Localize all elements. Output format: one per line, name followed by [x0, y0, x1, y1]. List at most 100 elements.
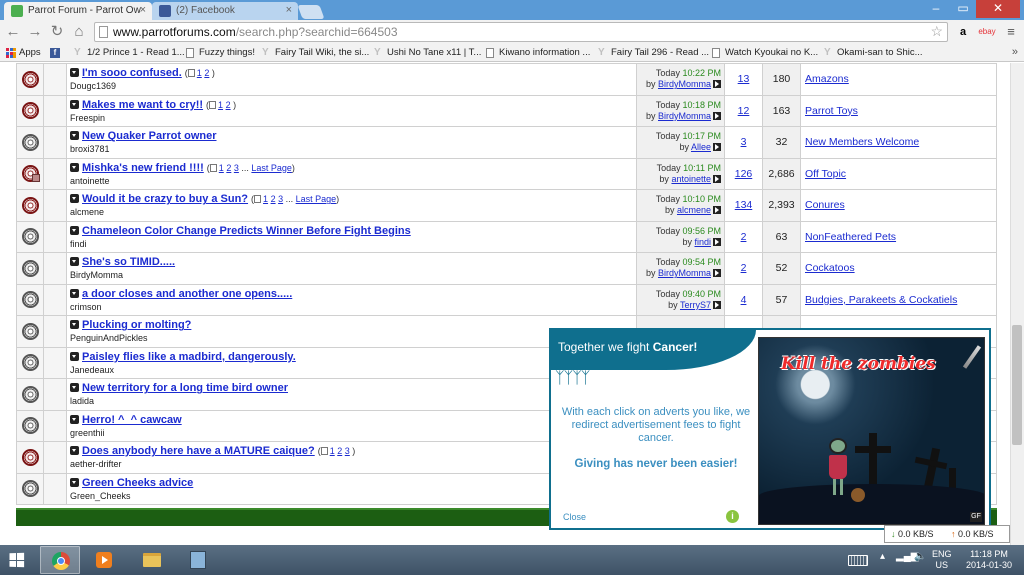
replies-link[interactable]: 3 [741, 136, 747, 148]
back-arrow-icon[interactable]: ← [4, 23, 22, 41]
ad-close-link[interactable]: Close [563, 512, 586, 522]
go-to-last-post-icon[interactable] [713, 269, 721, 278]
go-to-last-post-icon[interactable] [713, 300, 721, 309]
menu-icon[interactable]: ≡ [1004, 24, 1018, 40]
last-poster-link[interactable]: Allee [691, 142, 711, 152]
replies-link[interactable]: 126 [735, 168, 753, 180]
page-link[interactable]: 3 [234, 163, 239, 173]
page-scrollbar[interactable] [1010, 63, 1024, 545]
thread-title-link[interactable]: a door closes and another one opens..... [82, 288, 292, 300]
page-link[interactable]: 2 [204, 68, 209, 78]
last-poster-link[interactable]: TerryS7 [680, 300, 711, 310]
thread-author[interactable]: BirdyMomma [70, 270, 636, 280]
thread-author[interactable]: Freespin [70, 113, 636, 123]
replies-link[interactable]: 4 [741, 294, 747, 306]
thread-preview-arrow-icon[interactable] [70, 320, 79, 330]
thread-title-link[interactable]: Makes me want to cry!! [82, 99, 203, 111]
last-poster-link[interactable]: BirdyMomma [658, 79, 711, 89]
page-link[interactable]: 3 [345, 446, 350, 456]
home-icon[interactable]: ⌂ [70, 23, 88, 41]
scrollbar-thumb[interactable] [1012, 325, 1022, 445]
page-link[interactable]: 1 [330, 446, 335, 456]
close-window-button[interactable]: ✕ [976, 0, 1020, 18]
thread-preview-arrow-icon[interactable] [70, 225, 79, 235]
forward-arrow-icon[interactable]: → [26, 23, 44, 41]
forum-link[interactable]: NonFeathered Pets [805, 231, 896, 243]
forum-link[interactable]: New Members Welcome [805, 136, 919, 148]
page-link[interactable]: 1 [263, 194, 268, 204]
bookmark-fuzzy-things[interactable]: Fuzzy things! [186, 46, 255, 60]
page-link[interactable]: 2 [226, 100, 231, 110]
bookmark-ushi-no-tane[interactable]: Y Ushi No Tane x11 | T... [374, 46, 481, 60]
thread-title-link[interactable]: Plucking or molting? [82, 319, 191, 331]
bookmark-fairy-tail-wiki[interactable]: Y Fairy Tail Wiki, the si... [262, 46, 369, 60]
thread-title-link[interactable]: I'm sooo confused. [82, 67, 182, 79]
thread-author[interactable]: broxi3781 [70, 144, 636, 154]
show-hidden-icons-icon[interactable]: ▴ [880, 551, 885, 562]
thread-title-link[interactable]: Mishka's new friend !!!! [82, 162, 204, 174]
reload-icon[interactable]: ↻ [48, 23, 66, 41]
last-page-link[interactable]: Last Page [296, 194, 337, 204]
tab-facebook[interactable]: (2) Facebook × [152, 2, 298, 20]
system-clock[interactable]: 11:18 PM 2014-01-30 [964, 549, 1014, 571]
go-to-last-post-icon[interactable] [713, 111, 721, 120]
thread-author[interactable]: findi [70, 239, 636, 249]
taskbar-media-player[interactable] [84, 546, 124, 574]
go-to-last-post-icon[interactable] [713, 206, 721, 215]
windows-start-icon[interactable] [9, 552, 25, 568]
ad-info-icon[interactable]: i [726, 510, 739, 523]
thread-title-link[interactable]: New territory for a long time bird owner [82, 382, 288, 394]
thread-title-link[interactable]: Would it be crazy to buy a Sun? [82, 193, 248, 205]
touch-keyboard-icon[interactable] [848, 555, 868, 566]
thread-preview-arrow-icon[interactable] [70, 383, 79, 393]
thread-title-link[interactable]: Green Cheeks advice [82, 477, 193, 489]
bookmark-okami-san[interactable]: Y Okami-san to Shic... [824, 46, 923, 60]
thread-author[interactable]: antoinette [70, 176, 636, 186]
taskbar-file-explorer[interactable] [132, 546, 172, 574]
ebay-extension-icon[interactable]: ebay [976, 24, 998, 40]
amazon-extension-icon[interactable]: a [956, 24, 970, 40]
last-poster-link[interactable]: antoinette [671, 174, 711, 184]
bookmark-prince[interactable]: Y 1/2 Prince 1 - Read 1... [74, 46, 185, 60]
last-page-link[interactable]: Last Page [251, 163, 292, 173]
forum-link[interactable]: Off Topic [805, 168, 846, 180]
forum-link[interactable]: Budgies, Parakeets & Cockatiels [805, 294, 957, 306]
thread-title-link[interactable]: Does anybody here have a MATURE caique? [82, 445, 315, 457]
thread-title-link[interactable]: Paisley flies like a madbird, dangerousl… [82, 351, 296, 363]
thread-preview-arrow-icon[interactable] [70, 414, 79, 424]
thread-title-link[interactable]: New Quaker Parrot owner [82, 130, 217, 142]
page-link[interactable]: 2 [337, 446, 342, 456]
more-bookmarks-icon[interactable]: » [1012, 46, 1018, 58]
bookmark-facebook[interactable]: f [50, 46, 60, 60]
thread-author[interactable]: alcmene [70, 207, 636, 217]
thread-preview-arrow-icon[interactable] [70, 162, 79, 172]
replies-link[interactable]: 2 [741, 262, 747, 274]
address-bar[interactable]: www.parrotforums.com/search.php?searchid… [94, 22, 948, 42]
page-link[interactable]: 1 [218, 100, 223, 110]
thread-preview-arrow-icon[interactable] [70, 131, 79, 141]
page-link[interactable]: 2 [271, 194, 276, 204]
taskbar-chrome[interactable] [40, 546, 80, 574]
tab-parrot-forum[interactable]: Parrot Forum - Parrot Ow × [4, 2, 152, 20]
maximize-button[interactable]: ▭ [950, 0, 976, 18]
page-link[interactable]: 2 [226, 163, 231, 173]
thread-preview-arrow-icon[interactable] [70, 446, 79, 456]
forum-link[interactable]: Amazons [805, 73, 849, 85]
thread-preview-arrow-icon[interactable] [70, 288, 79, 298]
minimize-button[interactable]: – [922, 0, 950, 18]
language-indicator[interactable]: ENG US [932, 549, 952, 571]
go-to-last-post-icon[interactable] [713, 80, 721, 89]
last-poster-link[interactable]: findi [694, 237, 711, 247]
new-tab-button[interactable] [297, 5, 325, 19]
last-poster-link[interactable]: BirdyMomma [658, 111, 711, 121]
replies-link[interactable]: 2 [741, 231, 747, 243]
thread-author[interactable]: crimson [70, 302, 636, 312]
forum-link[interactable]: Conures [805, 199, 845, 211]
thread-preview-arrow-icon[interactable] [70, 99, 79, 109]
thread-preview-arrow-icon[interactable] [70, 257, 79, 267]
bookmark-apps[interactable]: Apps [6, 46, 41, 60]
last-poster-link[interactable]: alcmene [677, 205, 711, 215]
thread-title-link[interactable]: Chameleon Color Change Predicts Winner B… [82, 225, 411, 237]
forum-link[interactable]: Cockatoos [805, 262, 855, 274]
go-to-last-post-icon[interactable] [713, 174, 721, 183]
